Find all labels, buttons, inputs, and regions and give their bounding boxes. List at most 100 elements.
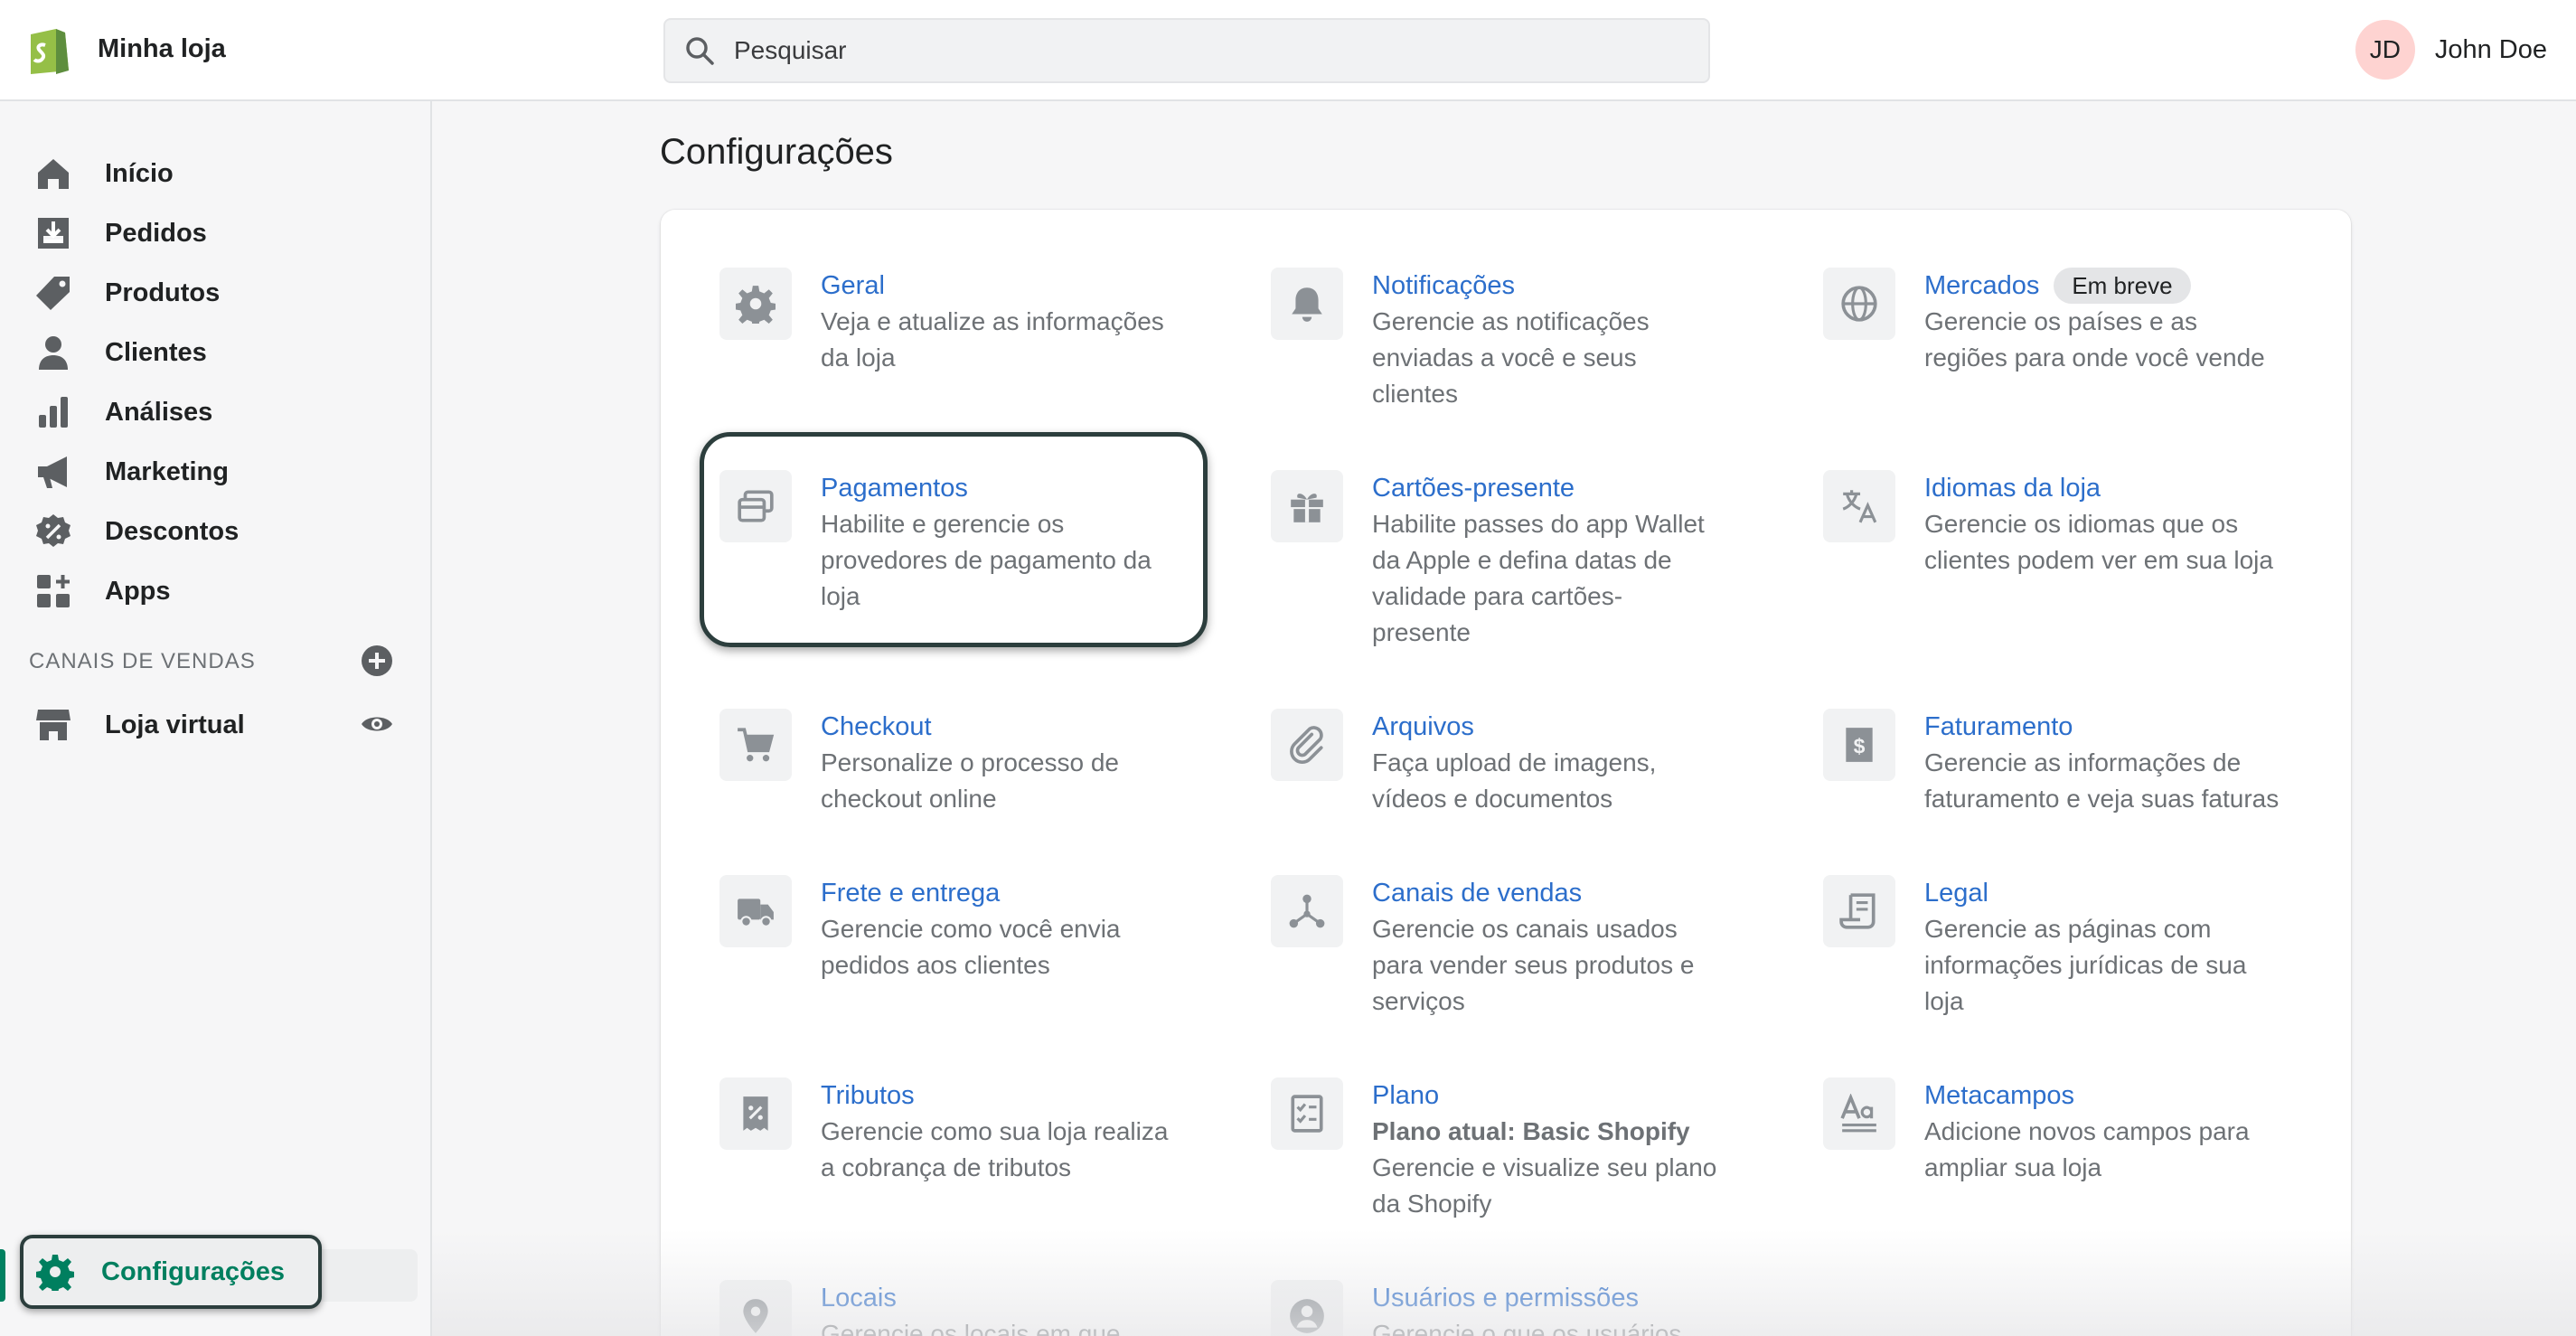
settings-item-plano[interactable]: Plano Plano atual: Basic Shopify Gerenci… xyxy=(1271,1077,1716,1222)
settings-item-title[interactable]: Faturamento xyxy=(1924,709,2279,745)
settings-item-metacampos[interactable]: Metacampos Adicione novos campos para am… xyxy=(1823,1077,2250,1186)
location-pin-icon xyxy=(743,1299,768,1333)
add-circle-icon[interactable] xyxy=(360,644,394,678)
settings-item-usuarios[interactable]: Usuários e permissões Gerencie o que os … xyxy=(1271,1280,1681,1336)
settings-item-tributos[interactable]: Tributos Gerencie como sua loja realiza … xyxy=(719,1077,1168,1186)
active-indicator xyxy=(0,1249,5,1302)
sidebar-item-label: Pedidos xyxy=(105,218,207,248)
settings-item-desc: clientes xyxy=(1372,380,1458,408)
settings-item-icon-box xyxy=(1271,268,1343,340)
settings-item-arquivos[interactable]: Arquivos Faça upload de imagens, vídeos … xyxy=(1271,709,1656,817)
settings-item-title[interactable]: Mercados Em breve xyxy=(1924,268,2265,304)
avatar: JD xyxy=(2355,20,2415,80)
settings-item-frete[interactable]: Frete e entrega Gerencie como você envia… xyxy=(719,875,1121,983)
settings-item-title[interactable]: Idiomas da loja xyxy=(1924,470,2273,506)
settings-item-icon-box xyxy=(719,709,792,781)
settings-item-notificacoes[interactable]: Notificações Gerencie as notificações en… xyxy=(1271,268,1650,412)
settings-item-icon-box xyxy=(1271,875,1343,947)
settings-item-cartoes-presente[interactable]: Cartões-presente Habilite passes do app … xyxy=(1271,470,1705,651)
translate-icon xyxy=(1842,490,1877,523)
settings-item-locais[interactable]: Locais Gerencie os locais em que xyxy=(719,1280,1121,1336)
settings-item-title[interactable]: Checkout xyxy=(821,709,1119,745)
sidebar-item-marketing[interactable]: Marketing xyxy=(34,448,414,495)
settings-item-title[interactable]: Frete e entrega xyxy=(821,875,1121,911)
settings-item-icon-box xyxy=(1271,709,1343,781)
settings-item-icon-box xyxy=(1823,1077,1895,1150)
settings-item-legal[interactable]: Legal Gerencie as páginas com informaçõe… xyxy=(1823,875,2246,1020)
settings-item-mercados[interactable]: Mercados Em breve Gerencie os países e a… xyxy=(1823,268,2265,376)
settings-item-checkout[interactable]: Checkout Personalize o processo de check… xyxy=(719,709,1119,817)
store-brand[interactable]: Minha loja xyxy=(25,22,226,76)
settings-item-title[interactable]: Usuários e permissões xyxy=(1372,1280,1681,1316)
svg-text:$: $ xyxy=(1854,734,1866,757)
settings-item-title[interactable]: Canais de vendas xyxy=(1372,875,1694,911)
eye-icon[interactable] xyxy=(360,707,394,741)
sidebar-item-produtos[interactable]: Produtos xyxy=(34,269,414,316)
bell-icon xyxy=(1292,287,1322,322)
sidebar-item-label: Clientes xyxy=(105,337,207,367)
shopify-logo-icon xyxy=(31,29,69,74)
settings-item-idiomas[interactable]: Idiomas da loja Gerencie os idiomas que … xyxy=(1823,470,2273,579)
user-circle-icon xyxy=(1290,1299,1324,1333)
person-icon xyxy=(39,336,68,370)
settings-item-title[interactable]: Legal xyxy=(1924,875,2246,911)
attachment-icon xyxy=(1290,726,1323,764)
sidebar-item-label: Marketing xyxy=(105,456,229,486)
user-name: John Doe xyxy=(2434,34,2547,64)
settings-item-desc: checkout online xyxy=(821,785,997,813)
highlight-outline xyxy=(700,432,1208,647)
settings-item-desc: regiões para onde você vende xyxy=(1924,343,2265,372)
sidebar-item-label: Descontos xyxy=(105,516,240,546)
settings-item-desc: Habilite passes do app Wallet xyxy=(1372,510,1705,538)
sidebar: Início Pedidos Produtos Clientes Análise… xyxy=(0,101,432,1336)
sidebar-item-configuracoes[interactable]: Configurações xyxy=(20,1235,322,1309)
settings-item-geral[interactable]: Geral Veja e atualize as informações da … xyxy=(719,268,1164,376)
settings-item-title[interactable]: Metacampos xyxy=(1924,1077,2250,1114)
settings-item-title[interactable]: Locais xyxy=(821,1280,1121,1316)
settings-item-desc: Gerencie os idiomas que os xyxy=(1924,510,2239,538)
metafields-icon xyxy=(1840,1094,1876,1133)
sidebar-item-inicio[interactable]: Início xyxy=(34,150,414,197)
globe-icon xyxy=(1841,286,1877,322)
settings-item-canais-de-vendas[interactable]: Canais de vendas Gerencie os canais usad… xyxy=(1271,875,1694,1020)
legal-document-icon xyxy=(1839,893,1876,929)
sidebar-item-pedidos[interactable]: Pedidos xyxy=(34,210,414,257)
settings-item-title[interactable]: Plano xyxy=(1372,1077,1716,1114)
settings-item-title[interactable]: Notificações xyxy=(1372,268,1650,304)
user-menu[interactable]: JD John Doe xyxy=(2355,20,2547,80)
sidebar-item-apps[interactable]: Apps xyxy=(34,568,414,615)
sidebar-item-label: Loja virtual xyxy=(105,710,245,739)
settings-item-title[interactable]: Arquivos xyxy=(1372,709,1656,745)
gift-icon xyxy=(1291,494,1323,522)
sidebar-item-clientes[interactable]: Clientes xyxy=(34,329,414,376)
sidebar-item-descontos[interactable]: Descontos xyxy=(34,508,414,555)
settings-item-faturamento[interactable]: $ Faturamento Gerencie as informações de… xyxy=(1823,709,2279,817)
settings-item-desc: da Apple e defina datas de xyxy=(1372,546,1672,574)
settings-item-desc: Gerencie e visualize seu plano xyxy=(1372,1153,1717,1181)
settings-item-title[interactable]: Geral xyxy=(821,268,1164,304)
search-bar[interactable] xyxy=(663,18,1710,83)
apps-icon xyxy=(37,575,70,607)
settings-item-desc: Gerencie o que os usuários xyxy=(1372,1320,1682,1336)
sidebar-item-label: Configurações xyxy=(101,1256,286,1286)
bar-chart-icon xyxy=(39,397,68,428)
settings-item-desc: Gerencie os países e as xyxy=(1924,307,2197,335)
settings-item-desc: clientes podem ver em sua loja xyxy=(1924,546,2273,574)
settings-item-title[interactable]: Tributos xyxy=(821,1077,1168,1114)
sidebar-item-loja-virtual[interactable]: Loja virtual xyxy=(34,701,414,748)
settings-item-title[interactable]: Cartões-presente xyxy=(1372,470,1705,506)
settings-item-desc: Gerencie os locais em que xyxy=(821,1320,1121,1336)
settings-item-desc: Gerencie as informações de xyxy=(1924,748,2242,776)
settings-item-desc: presente xyxy=(1372,618,1471,646)
settings-item-icon-box xyxy=(1271,1077,1343,1150)
search-input[interactable] xyxy=(734,36,1547,65)
store-icon xyxy=(36,710,71,740)
gear-icon xyxy=(36,1255,74,1291)
settings-item-desc: Gerencie como sua loja realiza xyxy=(821,1117,1169,1145)
settings-item-icon-box xyxy=(719,1077,792,1150)
sidebar-item-analises[interactable]: Análises xyxy=(34,389,414,436)
invoice-icon: $ xyxy=(1846,728,1873,762)
settings-item-icon-box: $ xyxy=(1823,709,1895,781)
status-badge: Em breve xyxy=(2054,268,2191,304)
settings-item-icon-box xyxy=(719,268,792,340)
